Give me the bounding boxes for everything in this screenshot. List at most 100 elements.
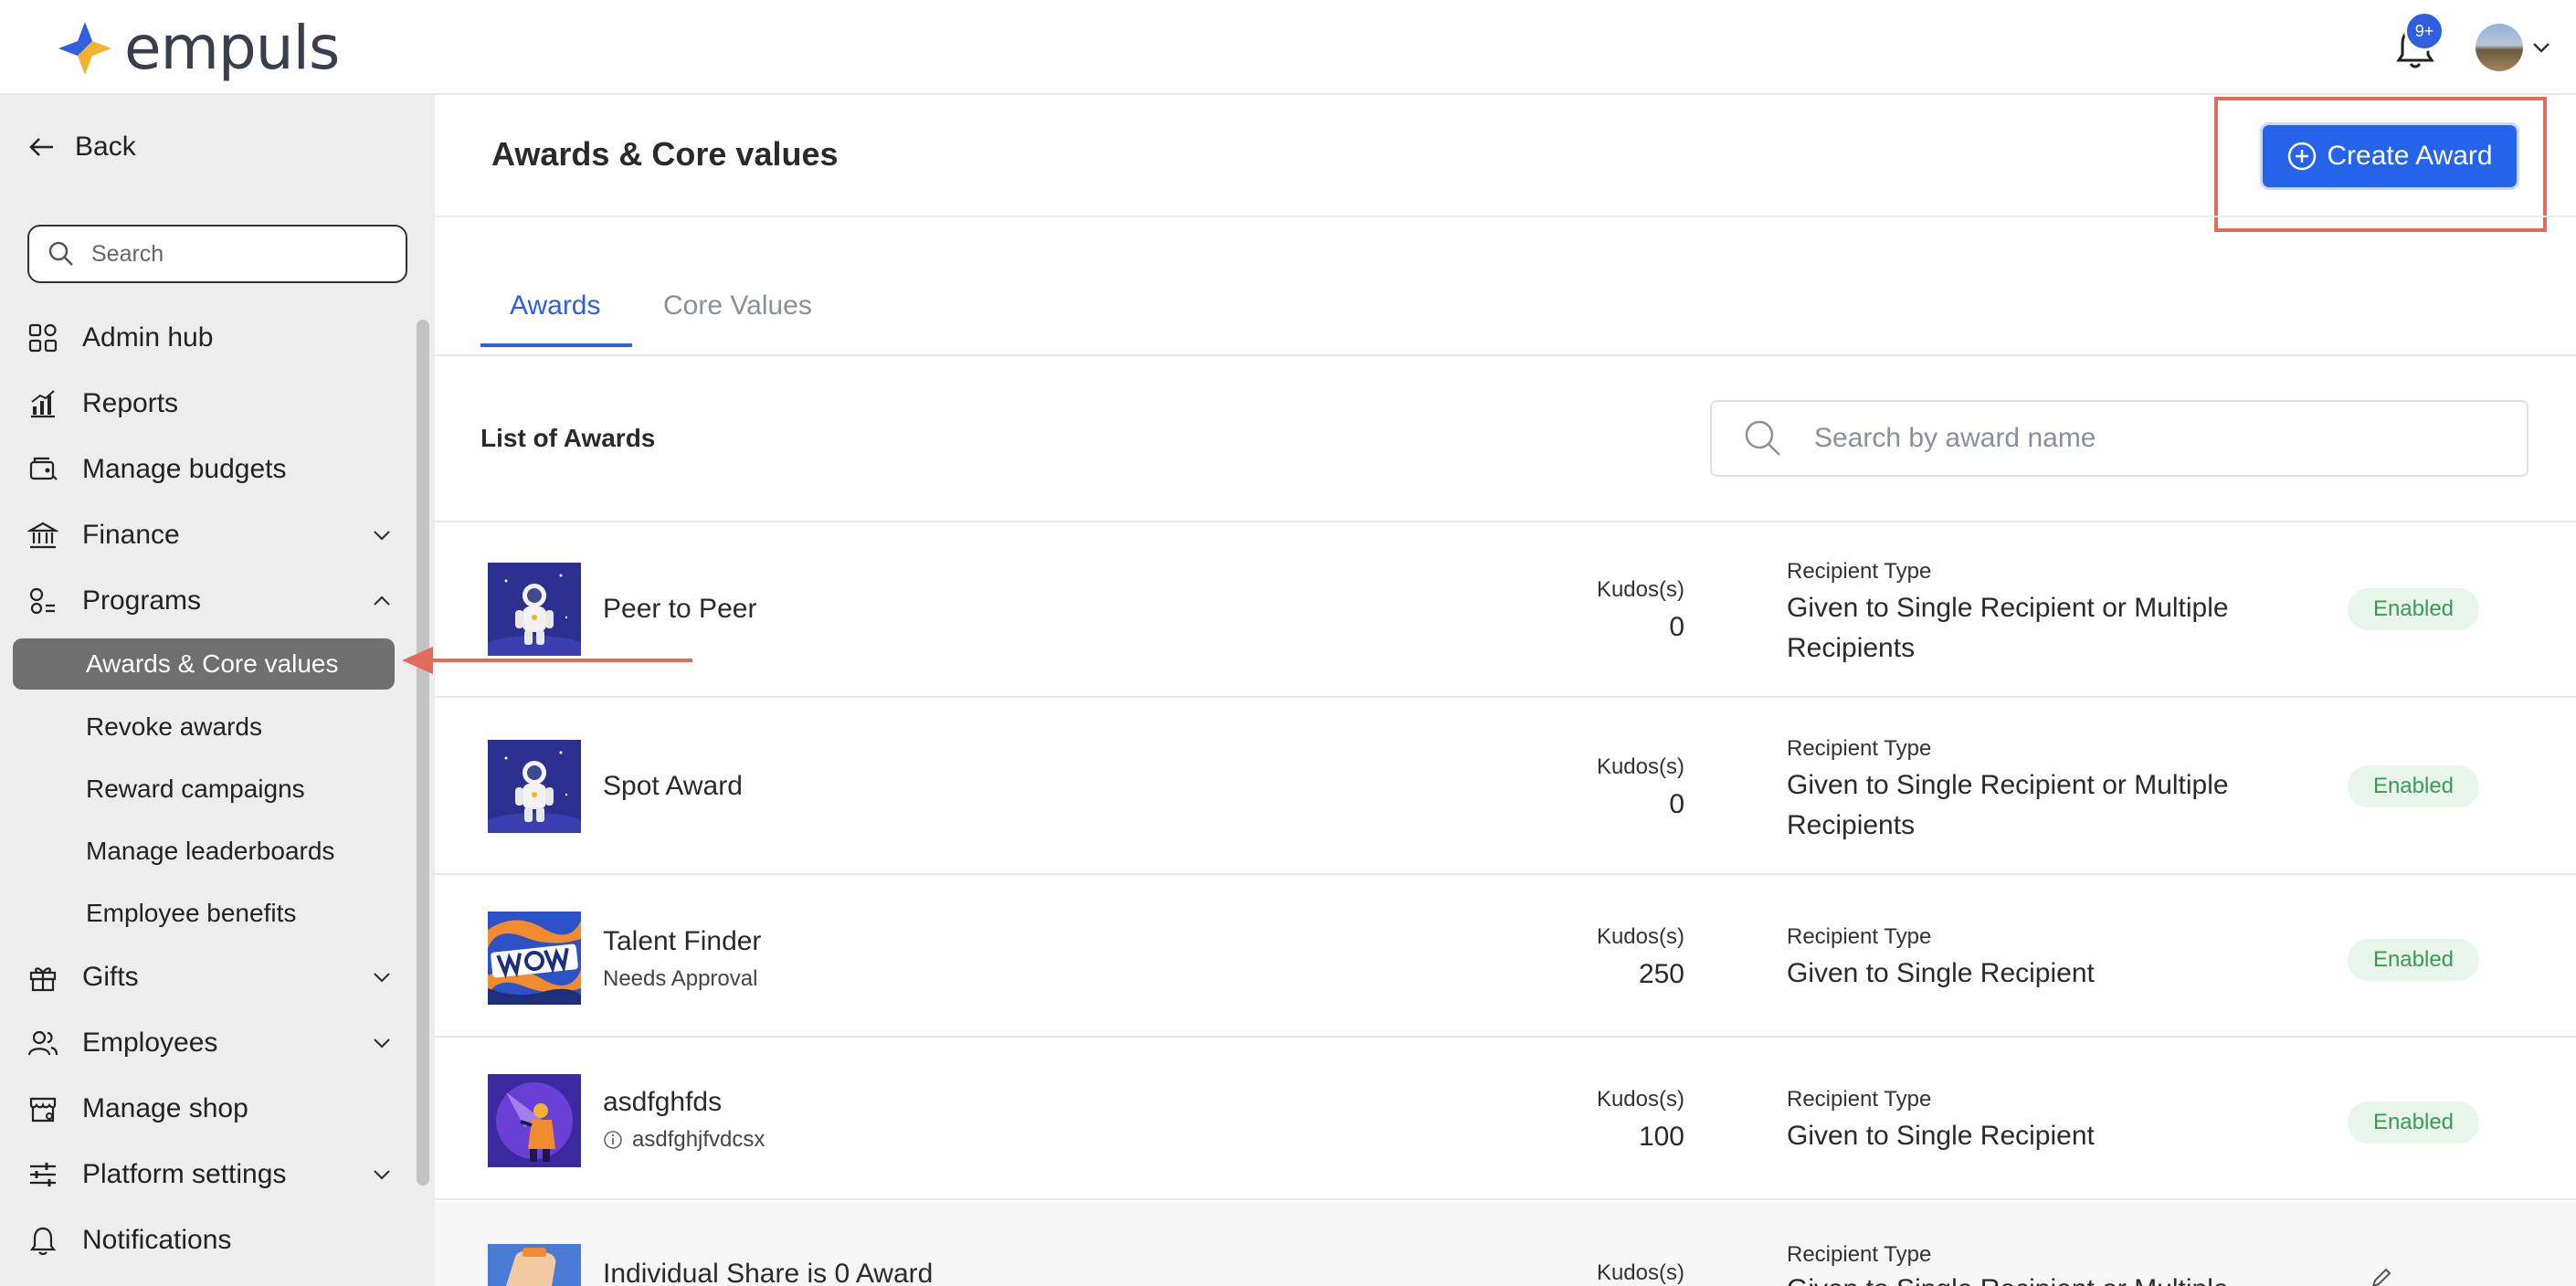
award-name: Talent Finder — [603, 926, 762, 956]
recipient-type-value: Given to Single Recipient or Multiple — [1787, 1270, 2262, 1286]
sidebar-scrollbar-thumb[interactable] — [417, 320, 429, 1186]
sidebar-item-label: Notifications — [82, 1225, 232, 1255]
sidebar-item-label: Reports — [82, 388, 179, 418]
award-row[interactable]: Spot Award Kudos(s) 0 Recipient Type Giv… — [435, 700, 2576, 875]
recipient-type-value: Given to Single Recipient or Multiple Re… — [1787, 770, 2229, 840]
sidebar-item-admin-hub[interactable]: Admin hub — [27, 312, 393, 364]
award-row[interactable]: asdfghfds asdfghjfvdcsx Kudos(s) 100 Rec… — [435, 1039, 2576, 1200]
sidebar-item-employees[interactable]: Employees — [27, 1017, 393, 1069]
header-divider — [435, 216, 2576, 217]
create-award-button[interactable]: Create Award — [2260, 122, 2519, 190]
sidebar-subitem-reward-campaigns[interactable]: Reward campaigns — [86, 764, 305, 815]
kudos-label: Kudos(s) — [1596, 577, 1684, 602]
brand-name: empuls — [124, 13, 340, 83]
award-name: Peer to Peer — [603, 594, 757, 624]
kudos-label: Kudos(s) — [1596, 1260, 1684, 1285]
list-title: List of Awards — [480, 424, 656, 452]
recipient-type-value: Given to Single Recipient — [1787, 1121, 2095, 1151]
sidebar-subitem-employee-benefits[interactable]: Employee benefits — [86, 888, 296, 939]
recipient-type-value: Given to Single Recipient — [1787, 958, 2095, 988]
sidebar-item-platform-settings[interactable]: Platform settings — [27, 1149, 393, 1200]
sidebar: Back Admin hub Reports — [0, 95, 435, 1286]
astronaut-image-icon — [488, 740, 581, 833]
sidebar-subitem-label: Awards & Core values — [86, 649, 339, 678]
create-award-label: Create Award — [2327, 141, 2493, 171]
award-search[interactable] — [1710, 400, 2528, 477]
award-row[interactable]: Individual Share is 0 Award Kudos(s) Rec… — [435, 1202, 2576, 1286]
gift-icon — [29, 967, 57, 992]
recipient-type-value: Given to Single Recipient or Multiple Re… — [1787, 593, 2229, 663]
award-row[interactable]: Peer to Peer Kudos(s) 0 Recipient Type G… — [435, 522, 2576, 698]
kudos-value: 0 — [1669, 612, 1684, 642]
sliders-icon — [30, 1163, 56, 1186]
sidebar-item-manage-shop[interactable]: Manage shop — [27, 1083, 393, 1134]
sidebar-subitem-manage-leaderboards[interactable]: Manage leaderboards — [86, 826, 334, 877]
award-thumbnail — [488, 1074, 581, 1167]
recipient-type-label: Recipient Type — [1787, 924, 1932, 949]
sidebar-subitem-label: Reward campaigns — [86, 775, 305, 803]
sidebar-subitem-revoke-awards[interactable]: Revoke awards — [86, 701, 262, 753]
tab-core-values[interactable]: Core Values — [663, 290, 812, 322]
shop-icon — [29, 1097, 57, 1123]
sidebar-subitem-awards-core-values[interactable]: Awards & Core values — [13, 638, 395, 690]
wow-image-icon — [488, 912, 581, 1005]
hand-image-icon — [488, 1244, 581, 1286]
award-thumbnail — [488, 740, 581, 833]
sidebar-item-label: Programs — [82, 585, 202, 616]
status-badge: Enabled — [2348, 939, 2479, 981]
sidebar-item-notifications[interactable]: Notifications — [27, 1215, 393, 1266]
award-search-input[interactable] — [1814, 423, 2508, 454]
recipient-type-label: Recipient Type — [1787, 736, 1932, 761]
sidebar-item-label: Gifts — [82, 962, 139, 992]
recipient-type-label: Recipient Type — [1787, 559, 1932, 584]
kudos-value: 100 — [1638, 1122, 1684, 1152]
sidebar-item-programs[interactable]: Programs — [27, 575, 393, 627]
active-tab-indicator — [480, 343, 632, 347]
kudos-label: Kudos(s) — [1596, 754, 1684, 779]
award-name: Spot Award — [603, 771, 743, 801]
notification-count-badge: 9+ — [2404, 11, 2444, 51]
chart-icon — [31, 390, 55, 418]
status-badge: Enabled — [2348, 765, 2479, 807]
chevron-down-icon — [374, 1038, 390, 1049]
recipient-type-label: Recipient Type — [1787, 1087, 1932, 1112]
sidebar-item-reports[interactable]: Reports — [27, 378, 393, 429]
sidebar-item-label: Finance — [82, 520, 180, 550]
back-link[interactable]: Back — [27, 132, 136, 163]
user-avatar[interactable] — [2476, 24, 2523, 71]
chevron-down-icon — [374, 531, 390, 541]
award-thumbnail — [488, 912, 581, 1005]
sidebar-search-input[interactable] — [91, 240, 393, 268]
award-name: asdfghfds — [603, 1087, 723, 1117]
award-thumbnail — [488, 1244, 581, 1286]
award-subtitle: Needs Approval — [603, 966, 758, 991]
top-bar: empuls 9+ — [0, 0, 2576, 95]
search-icon — [48, 241, 73, 266]
sidebar-item-finance[interactable]: Finance — [27, 510, 393, 561]
sidebar-item-label: Manage budgets — [82, 454, 287, 484]
logo-mark-icon — [58, 21, 111, 75]
tab-awards[interactable]: Awards — [510, 290, 601, 322]
sidebar-subitem-label: Manage leaderboards — [86, 837, 335, 865]
award-row[interactable]: Talent Finder Needs Approval Kudos(s) 25… — [435, 877, 2576, 1038]
award-name: Individual Share is 0 Award — [603, 1259, 934, 1286]
annotation-arrow — [402, 647, 692, 674]
chevron-down-icon — [374, 1170, 390, 1180]
back-label: Back — [75, 132, 136, 162]
empuls-logo[interactable]: empuls — [53, 13, 340, 83]
sidebar-item-label: Employees — [82, 1028, 218, 1058]
budget-icon — [29, 457, 58, 480]
tabs-divider — [435, 354, 2576, 356]
search-icon — [1745, 420, 1780, 456]
edit-pencil-icon[interactable] — [2370, 1268, 2391, 1286]
award-description: asdfghjfvdcsx — [603, 1127, 765, 1153]
chevron-down-icon[interactable] — [2530, 38, 2552, 57]
bank-icon — [27, 522, 58, 549]
sidebar-item-manage-budgets[interactable]: Manage budgets — [27, 444, 393, 495]
sidebar-search[interactable] — [27, 225, 407, 283]
plus-circle-icon — [2288, 142, 2317, 171]
arrow-left-icon — [29, 138, 53, 156]
status-badge: Enabled — [2348, 1102, 2479, 1144]
sidebar-item-gifts[interactable]: Gifts — [27, 952, 393, 1003]
kudos-label: Kudos(s) — [1596, 924, 1684, 949]
